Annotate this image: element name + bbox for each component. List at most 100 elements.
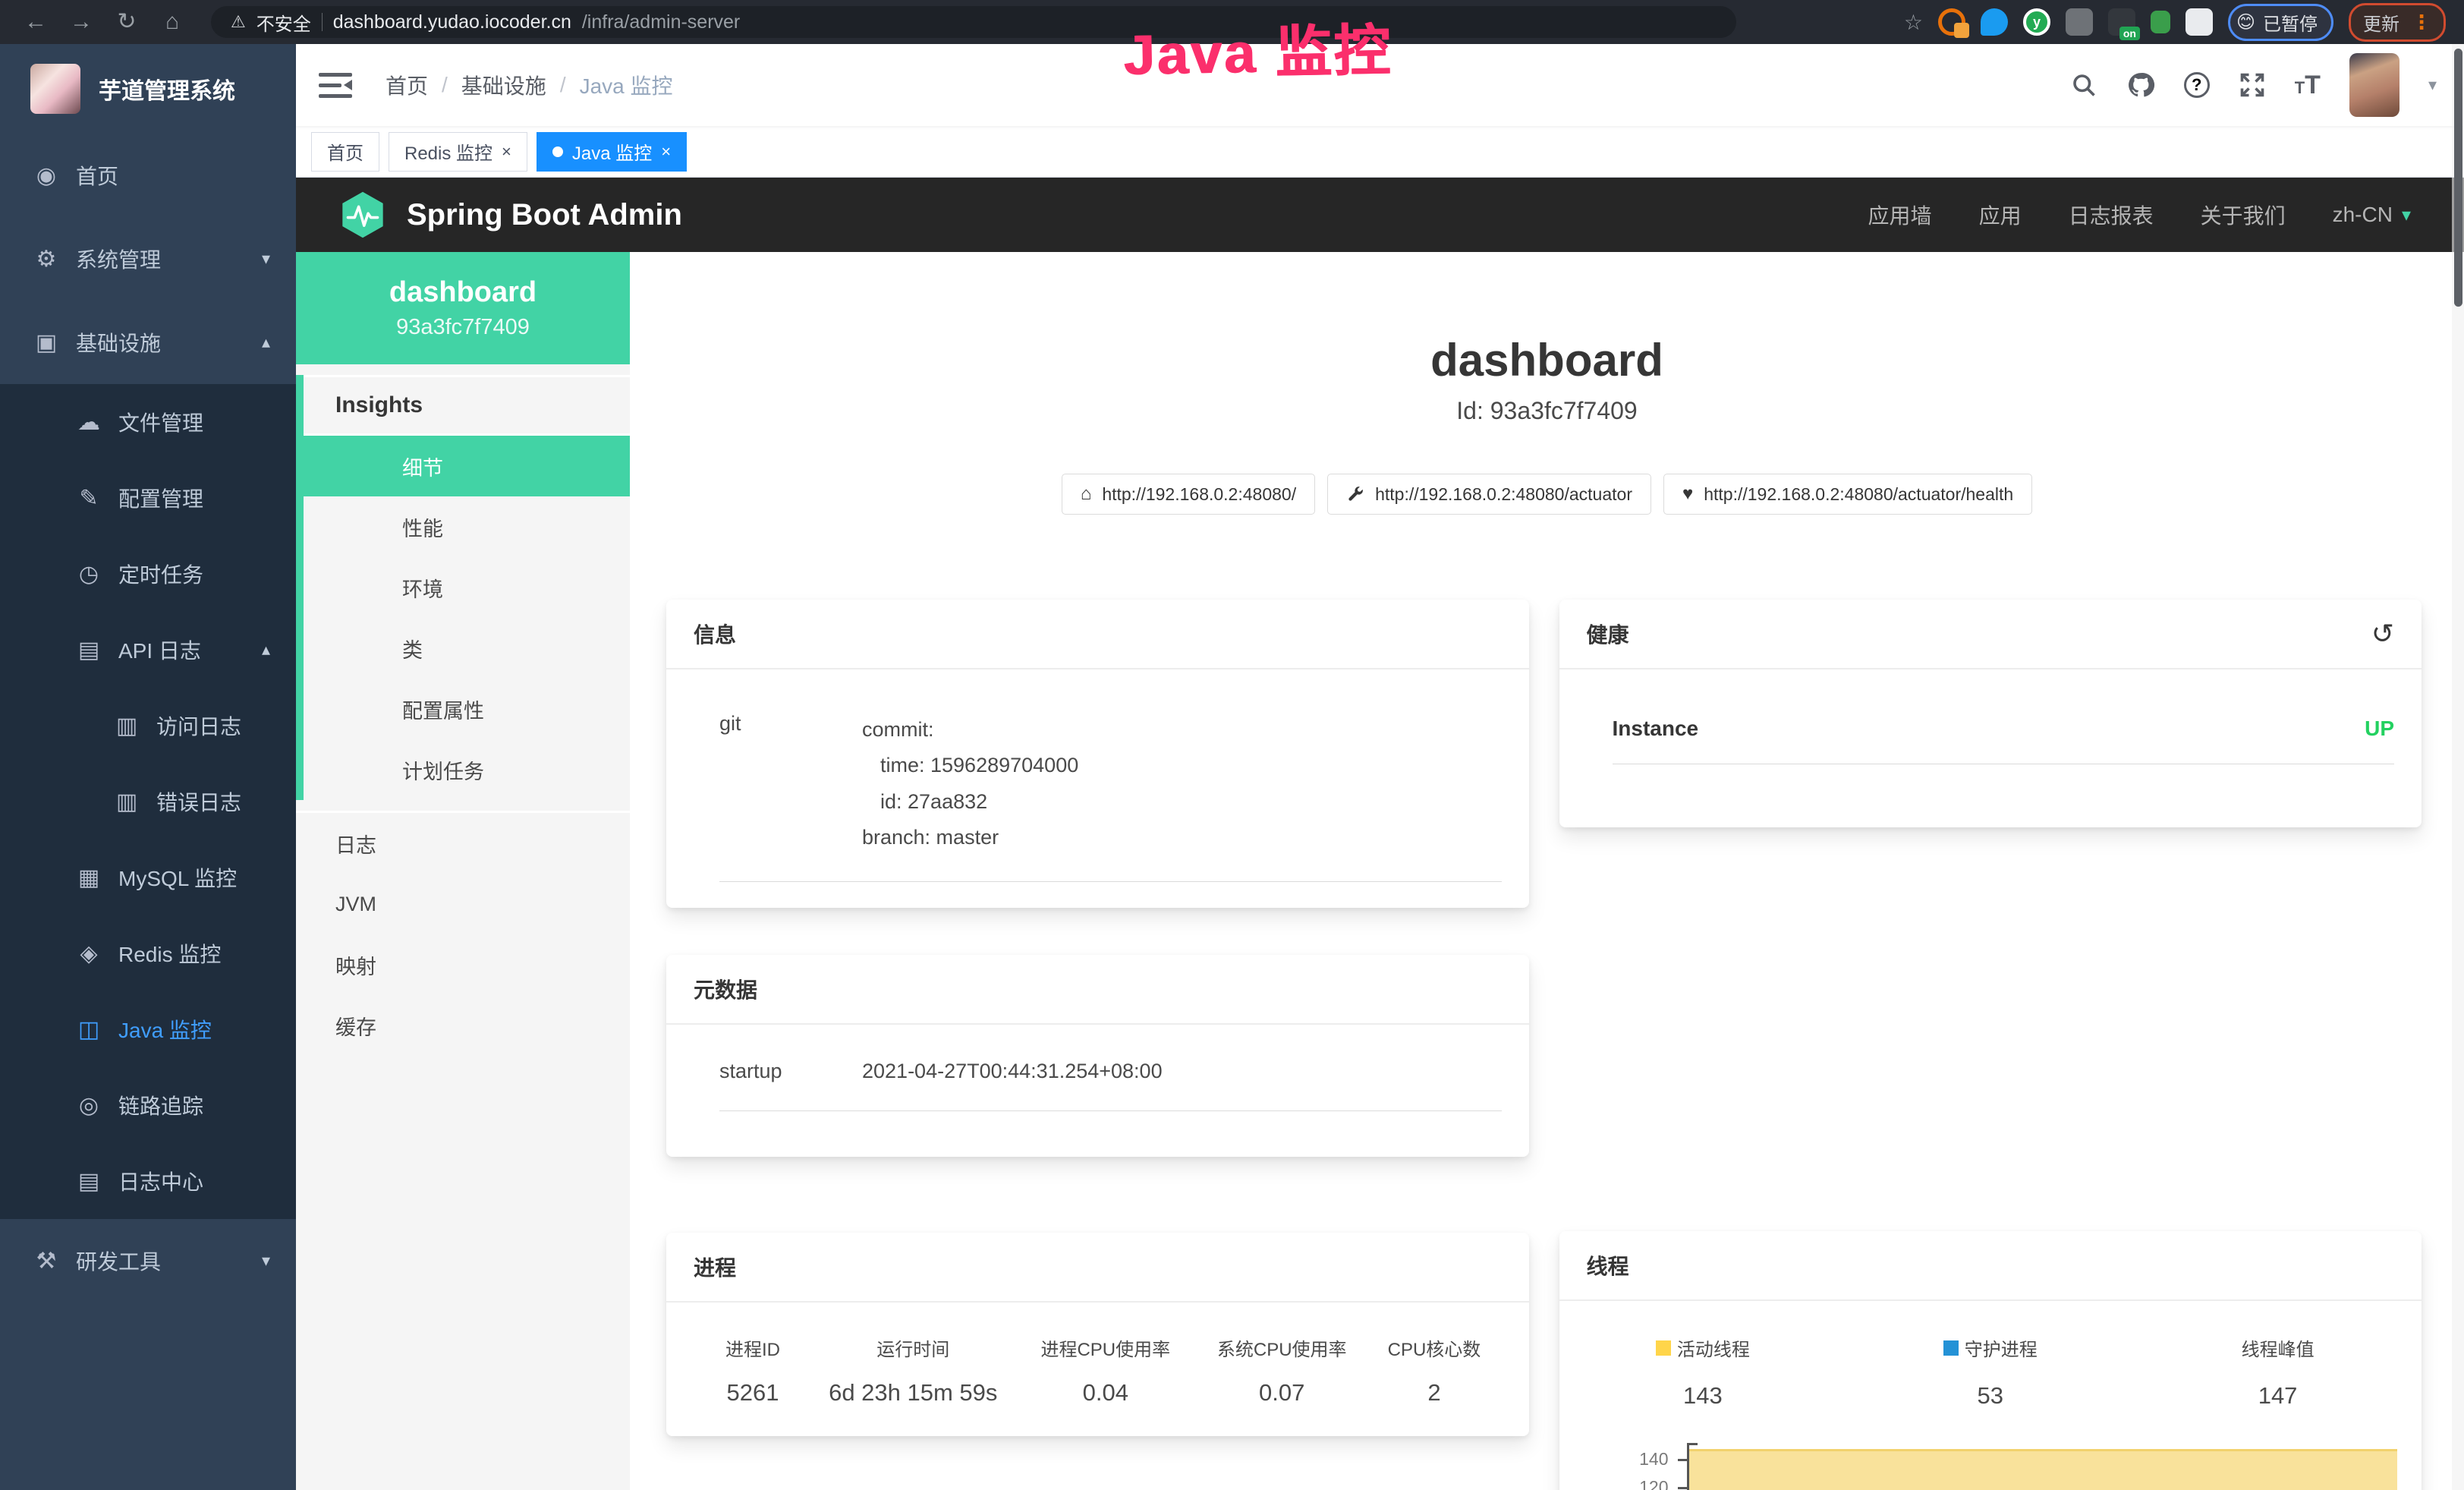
process-card: 进程 进程ID 运行时间 进程CPU使用率 系统CPU使用率 CPU核心数 52…	[666, 1233, 1529, 1436]
timer-icon: ◷	[76, 561, 102, 587]
extension-icon-switch[interactable]: on	[2108, 8, 2135, 36]
extension-icon-pin[interactable]	[1981, 8, 2008, 36]
emoji-avatar: 😊	[2236, 11, 2255, 33]
sba-nav-about[interactable]: 关于我们	[2201, 200, 2286, 230]
metadata-card-title: 元数据	[666, 955, 1529, 1025]
extension-icon-y[interactable]: y	[2023, 8, 2050, 36]
avatar-caret-icon[interactable]: ▾	[2428, 75, 2437, 95]
sba-item-classes[interactable]: 类	[304, 618, 630, 679]
chevron-up-icon: ▴	[262, 640, 270, 660]
extensions-puzzle-icon[interactable]	[2186, 8, 2213, 36]
process-val-pid: 5261	[697, 1379, 809, 1407]
sidebar-item-java-monitor[interactable]: ◫Java 监控	[0, 991, 296, 1067]
sidebar-item-file-manage[interactable]: ☁文件管理	[0, 384, 296, 460]
user-avatar[interactable]	[2349, 53, 2399, 117]
extension-icon-leaf[interactable]	[2151, 11, 2170, 33]
process-col-system-cpu: 系统CPU使用率	[1194, 1334, 1370, 1361]
fullscreen-icon[interactable]	[2239, 71, 2266, 99]
breadcrumb-current: Java 监控	[580, 70, 673, 100]
address-bar[interactable]: ⚠ 不安全 dashboard.yudao.iocoder.cn/infra/a…	[211, 6, 1736, 38]
help-icon[interactable]: ?	[2184, 72, 2210, 98]
sidebar-item-dev-tools[interactable]: ⚒ 研发工具 ▾	[0, 1219, 296, 1303]
security-warning-icon: ⚠	[231, 12, 246, 32]
browser-update-button[interactable]: 更新⋮	[2349, 3, 2446, 42]
sba-item-config-props[interactable]: 配置属性	[304, 679, 630, 739]
sidebar-item-label: 日志中心	[118, 1166, 203, 1196]
sidebar-item-config-manage[interactable]: ✎配置管理	[0, 460, 296, 536]
sidebar-item-trace[interactable]: ◎链路追踪	[0, 1067, 296, 1143]
git-id-line: id: 27aa832	[862, 784, 1078, 820]
browser-reload-icon[interactable]: ↻	[109, 0, 144, 44]
sba-nav-applications[interactable]: 应用	[1979, 200, 2022, 230]
app-logo-row[interactable]: 芋道管理系统	[0, 44, 296, 134]
sidebar-item-infrastructure[interactable]: ▣ 基础设施 ▴	[0, 301, 296, 384]
breadcrumb-infrastructure[interactable]: 基础设施	[461, 70, 546, 100]
profile-paused-pill[interactable]: 😊已暂停	[2228, 4, 2333, 41]
process-val-system-cpu: 0.07	[1194, 1379, 1370, 1407]
tab-home[interactable]: 首页	[311, 132, 379, 172]
sidebar-item-access-log[interactable]: ▥访问日志	[0, 688, 296, 764]
home-icon: ⌂	[1081, 484, 1092, 505]
sba-brand[interactable]: Spring Boot Admin	[338, 191, 682, 239]
sba-nav-journal[interactable]: 日志报表	[2069, 200, 2154, 230]
api-log-icon: ▤	[76, 637, 102, 663]
github-icon[interactable]	[2126, 71, 2155, 99]
sidebar-item-api-log[interactable]: ▤API 日志▴	[0, 612, 296, 688]
sidebar-collapse-icon[interactable]	[319, 71, 352, 99]
sba-item-mappings[interactable]: 映射	[296, 934, 630, 995]
cards-right-column: 健康 ↺ Instance UP	[1559, 600, 2422, 1490]
font-size-icon[interactable]: TT	[2295, 71, 2321, 100]
sidebar-item-mysql-monitor[interactable]: ▦MySQL 监控	[0, 840, 296, 915]
legend-live-threads: 活动线程 143	[1559, 1334, 1847, 1410]
service-url: http://192.168.0.2:48080/	[1102, 484, 1296, 505]
sidebar-item-scheduled-jobs[interactable]: ◷定时任务	[0, 536, 296, 612]
metadata-card-body: startup 2021-04-27T00:44:31.254+08:00	[666, 1025, 1529, 1111]
info-card: 信息 git commit: time: 1596289704000 id: 2…	[666, 600, 1529, 908]
cards-left-column: 信息 git commit: time: 1596289704000 id: 2…	[666, 600, 1529, 1436]
sidebar-item-redis-monitor[interactable]: ◈Redis 监控	[0, 915, 296, 991]
y-tickmark	[1678, 1487, 1687, 1489]
metadata-row-label: startup	[719, 1060, 862, 1083]
browser-home-icon[interactable]: ⌂	[155, 0, 190, 44]
page-scrollbar[interactable]	[2452, 44, 2464, 1490]
sba-logo-icon	[338, 191, 387, 239]
service-url-button[interactable]: ⌂ http://192.168.0.2:48080/	[1062, 474, 1315, 515]
browser-forward-icon[interactable]: →	[64, 0, 99, 44]
actuator-url-button[interactable]: http://192.168.0.2:48080/actuator	[1327, 474, 1651, 515]
close-icon[interactable]: ×	[661, 142, 671, 162]
browser-menu-icon[interactable]: ⋮	[2412, 11, 2431, 34]
sba-item-scheduled-tasks[interactable]: 计划任务	[304, 739, 630, 800]
bookmark-star-icon[interactable]: ☆	[1904, 10, 1923, 35]
sba-item-caches[interactable]: 缓存	[296, 995, 630, 1056]
sidebar-item-home[interactable]: ◉ 首页	[0, 134, 296, 217]
sidebar-item-system[interactable]: ⚙ 系统管理 ▾	[0, 217, 296, 301]
sba-main: dashboard Id: 93a3fc7f7409 ⌂ http://192.…	[630, 252, 2464, 1490]
search-icon[interactable]	[2070, 71, 2097, 99]
instance-name: dashboard	[389, 276, 537, 309]
extension-icon-colorzilla[interactable]	[1938, 8, 1965, 36]
extension-icon-grid[interactable]	[2066, 8, 2093, 36]
sba-item-details[interactable]: 细节	[304, 436, 630, 496]
history-icon[interactable]: ↺	[2371, 618, 2394, 650]
sba-instance-header[interactable]: dashboard 93a3fc7f7409	[296, 252, 630, 364]
tab-redis-monitor[interactable]: Redis 监控×	[389, 132, 527, 172]
sba-item-environment[interactable]: 环境	[304, 557, 630, 618]
scrollbar-thumb[interactable]	[2454, 49, 2462, 307]
breadcrumb-home[interactable]: 首页	[385, 70, 428, 100]
sba-section-insights[interactable]: Insights	[304, 375, 630, 436]
sidebar-item-error-log[interactable]: ▥错误日志	[0, 764, 296, 840]
sba-locale-select[interactable]: zh-CN▾	[2333, 203, 2411, 227]
health-card-header: 健康 ↺	[1559, 600, 2422, 669]
browser-back-icon[interactable]: ←	[18, 0, 53, 44]
sidebar-item-log-center[interactable]: ▤日志中心	[0, 1143, 296, 1219]
info-git-row: git commit: time: 1596289704000 id: 27aa…	[719, 712, 1502, 882]
sba-nav-wallboard[interactable]: 应用墙	[1868, 200, 1932, 230]
close-icon[interactable]: ×	[502, 142, 511, 162]
health-status-badge: UP	[2365, 717, 2394, 741]
tab-java-monitor[interactable]: Java 监控×	[537, 132, 687, 172]
health-url-button[interactable]: ♥ http://192.168.0.2:48080/actuator/heal…	[1663, 474, 2032, 515]
sba-item-logs[interactable]: 日志	[296, 813, 630, 874]
sba-item-jvm[interactable]: JVM	[296, 874, 630, 934]
sba-item-metrics[interactable]: 性能	[304, 496, 630, 557]
annotation-java-monitor: Java 监控	[1122, 5, 1392, 91]
